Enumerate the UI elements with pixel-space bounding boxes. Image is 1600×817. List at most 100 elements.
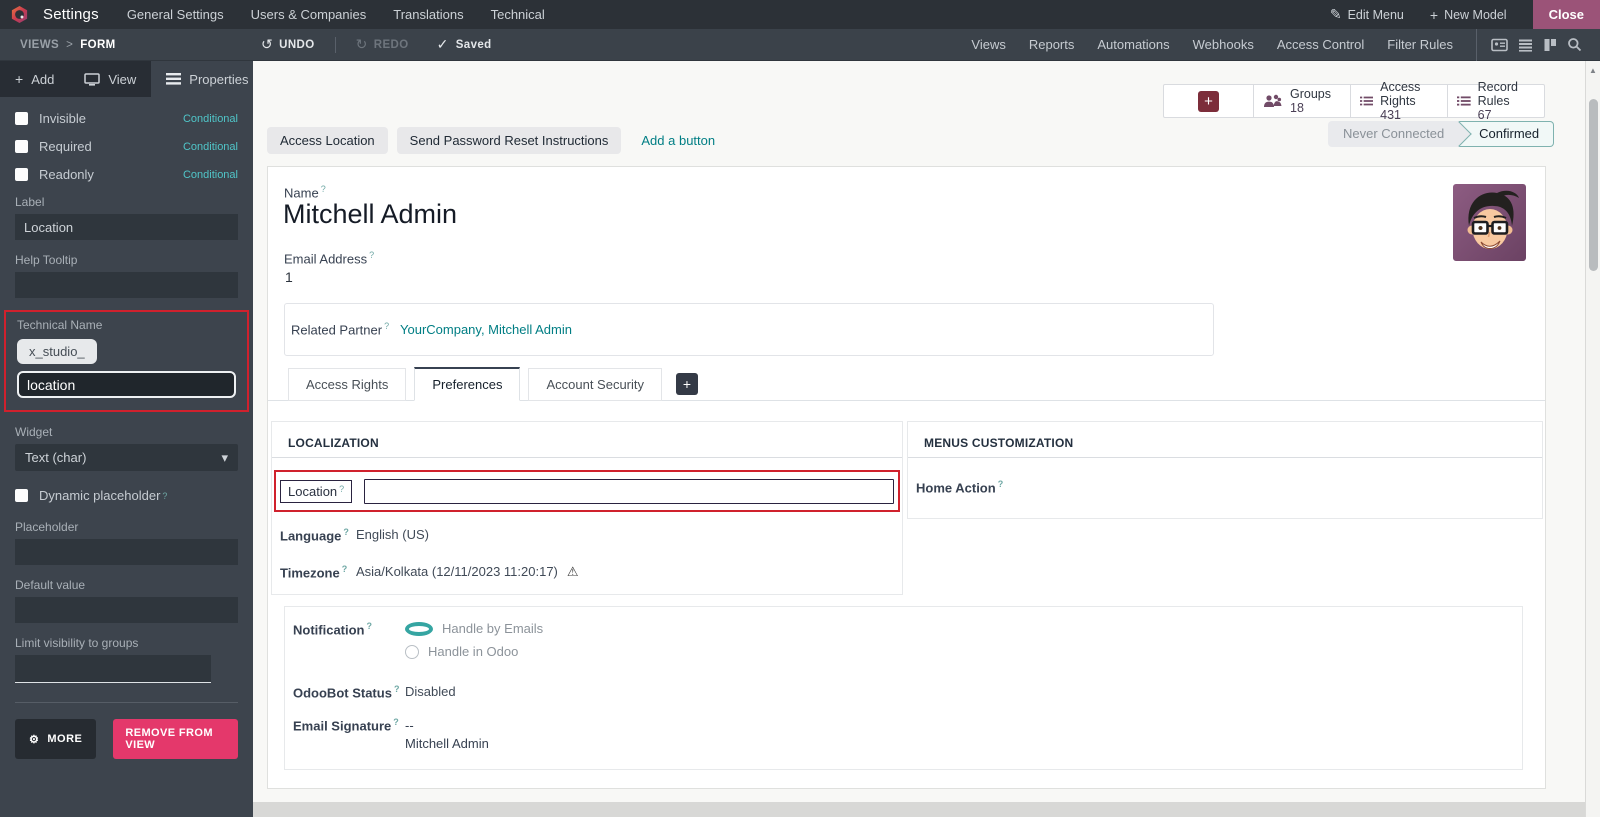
edit-menu-button[interactable]: ✎ Edit Menu bbox=[1330, 6, 1404, 23]
studio-toolbar: VIEWS > FORM ↺ UNDO ↻ REDO ✓ Saved Views… bbox=[0, 28, 1600, 61]
help-question-icon: ? bbox=[384, 321, 390, 332]
tab-add-label: Add bbox=[31, 71, 55, 87]
timezone-label: Timezone? bbox=[280, 564, 356, 580]
odoobot-row: OdooBot Status? Disabled bbox=[285, 684, 1522, 700]
help-tooltip-input[interactable] bbox=[15, 272, 238, 298]
name-field-label: Name? bbox=[284, 184, 326, 200]
toolbar-menu-access-control[interactable]: Access Control bbox=[1277, 37, 1364, 52]
dynamic-placeholder-row: Dynamic placeholder ? bbox=[15, 488, 238, 503]
undo-button[interactable]: ↺ UNDO bbox=[261, 36, 315, 53]
location-input[interactable] bbox=[364, 478, 894, 504]
toolbar-menu-views[interactable]: Views bbox=[971, 37, 1005, 52]
stat-button-access-rights[interactable]: Access Rights 431 bbox=[1350, 80, 1447, 122]
plus-icon: + bbox=[1198, 90, 1219, 112]
redo-icon: ↻ bbox=[355, 36, 368, 52]
radio-selected-icon bbox=[405, 621, 433, 636]
placeholder-input[interactable] bbox=[15, 539, 238, 565]
notebook-tabs: Access Rights Preferences Account Securi… bbox=[268, 366, 1545, 401]
top-menu-bar: Settings General Settings Users & Compan… bbox=[0, 0, 1600, 29]
readonly-label: Readonly bbox=[39, 167, 94, 182]
add-stat-button[interactable]: + bbox=[1164, 85, 1253, 117]
location-field-label[interactable]: Location? bbox=[280, 479, 353, 503]
help-question-icon: ? bbox=[393, 717, 399, 728]
language-label-text: Language bbox=[280, 528, 342, 544]
odoobot-status-label: OdooBot Status? bbox=[293, 684, 405, 700]
plus-icon: + bbox=[15, 71, 24, 87]
sidebar-tab-add[interactable]: + Add bbox=[0, 61, 69, 97]
odoobot-label-text: OdooBot Status bbox=[293, 685, 392, 701]
form-editor-canvas: + Groups 18 Access Rights 431 Record Rul… bbox=[253, 61, 1585, 817]
dynamic-placeholder-checkbox[interactable] bbox=[15, 489, 28, 502]
scroll-up-arrow[interactable]: ▲ bbox=[1586, 61, 1600, 75]
list-icon bbox=[166, 73, 182, 85]
toolbar-menu-webhooks[interactable]: Webhooks bbox=[1193, 37, 1254, 52]
sidebar-tab-view[interactable]: View bbox=[69, 61, 151, 97]
toolbar-menu-automations[interactable]: Automations bbox=[1097, 37, 1169, 52]
studio-properties-sidebar: + Add View Properties Invisible Conditio… bbox=[0, 61, 264, 817]
widget-select[interactable]: Text (char) ▾ bbox=[15, 444, 238, 471]
required-checkbox[interactable] bbox=[15, 140, 28, 153]
help-question-icon: ? bbox=[162, 490, 168, 501]
horizontal-scrollbar[interactable] bbox=[253, 802, 1585, 817]
related-partner-link[interactable]: YourCompany, Mitchell Admin bbox=[400, 322, 572, 337]
help-question-icon: ? bbox=[339, 483, 345, 494]
menu-technical[interactable]: Technical bbox=[491, 7, 545, 22]
pencil-icon: ✎ bbox=[1329, 6, 1342, 22]
required-conditional-link[interactable]: Conditional bbox=[183, 141, 238, 153]
menu-general-settings[interactable]: General Settings bbox=[127, 7, 224, 22]
toolbar-menu-filter-rules[interactable]: Filter Rules bbox=[1387, 37, 1453, 52]
location-label-text: Location bbox=[288, 483, 338, 499]
record-rules-value: 67 bbox=[1477, 108, 1492, 122]
tab-view-label: View bbox=[108, 71, 137, 87]
remove-from-view-button[interactable]: REMOVE FROM VIEW bbox=[113, 719, 238, 759]
readonly-conditional-link[interactable]: Conditional bbox=[183, 169, 238, 181]
technical-name-input[interactable] bbox=[17, 371, 236, 398]
status-never-connected[interactable]: Never Connected bbox=[1328, 121, 1460, 147]
more-button[interactable]: ⚙ MORE bbox=[15, 719, 97, 759]
invisible-checkbox[interactable] bbox=[15, 112, 28, 125]
radio-handle-by-emails[interactable]: Handle by Emails bbox=[405, 621, 543, 636]
menu-translations[interactable]: Translations bbox=[393, 7, 463, 22]
readonly-checkbox[interactable] bbox=[15, 168, 28, 181]
breadcrumb-views[interactable]: VIEWS bbox=[20, 39, 59, 51]
add-a-button-link[interactable]: Add a button bbox=[641, 133, 715, 148]
breadcrumb-form: FORM bbox=[80, 38, 116, 51]
handle-in-odoo-label: Handle in Odoo bbox=[428, 644, 519, 659]
tab-access-rights[interactable]: Access Rights bbox=[288, 368, 407, 401]
widget-label: Widget bbox=[15, 425, 53, 439]
new-model-button[interactable]: + New Model bbox=[1430, 7, 1507, 23]
odoo-studio-page: Settings General Settings Users & Compan… bbox=[0, 0, 1600, 817]
tab-account-security[interactable]: Account Security bbox=[528, 368, 663, 401]
label-field-input[interactable] bbox=[15, 214, 238, 240]
vertical-scrollbar: ▲ bbox=[1585, 61, 1600, 817]
handle-by-emails-label: Handle by Emails bbox=[442, 621, 544, 636]
toolbar-menu-reports[interactable]: Reports bbox=[1029, 37, 1075, 52]
kanban-view-icon[interactable] bbox=[1543, 38, 1557, 52]
limit-visibility-input[interactable] bbox=[15, 655, 211, 683]
status-confirmed[interactable]: Confirmed bbox=[1459, 121, 1555, 147]
invisible-conditional-link[interactable]: Conditional bbox=[183, 113, 238, 125]
menu-users-companies[interactable]: Users & Companies bbox=[251, 7, 367, 22]
tab-preferences[interactable]: Preferences bbox=[414, 367, 521, 401]
search-icon[interactable] bbox=[1567, 37, 1582, 52]
app-title[interactable]: Settings bbox=[43, 6, 99, 23]
list-view-icon[interactable] bbox=[1518, 38, 1533, 52]
scrollbar-thumb[interactable] bbox=[1589, 99, 1598, 271]
send-password-reset-button[interactable]: Send Password Reset Instructions bbox=[396, 127, 622, 154]
form-view-icon[interactable] bbox=[1491, 38, 1508, 52]
stat-button-record-rules[interactable]: Record Rules 67 bbox=[1447, 80, 1544, 122]
edit-menu-label: Edit Menu bbox=[1347, 7, 1404, 22]
notification-label-text: Notification bbox=[293, 622, 365, 638]
avatar[interactable] bbox=[1453, 184, 1526, 261]
stat-button-groups[interactable]: Groups 18 bbox=[1253, 85, 1350, 117]
breadcrumb-separator: > bbox=[66, 38, 74, 51]
redo-button[interactable]: ↻ REDO bbox=[356, 36, 409, 53]
sidebar-tab-properties[interactable]: Properties bbox=[151, 61, 264, 97]
add-tab-button[interactable]: + bbox=[676, 373, 699, 395]
default-value-input[interactable] bbox=[15, 597, 238, 623]
odoo-studio-logo-icon[interactable] bbox=[10, 5, 29, 24]
radio-handle-in-odoo[interactable]: Handle in Odoo bbox=[405, 644, 543, 659]
access-rights-value: 431 bbox=[1380, 108, 1401, 122]
close-studio-button[interactable]: Close bbox=[1532, 0, 1600, 29]
access-location-button[interactable]: Access Location bbox=[267, 127, 388, 154]
